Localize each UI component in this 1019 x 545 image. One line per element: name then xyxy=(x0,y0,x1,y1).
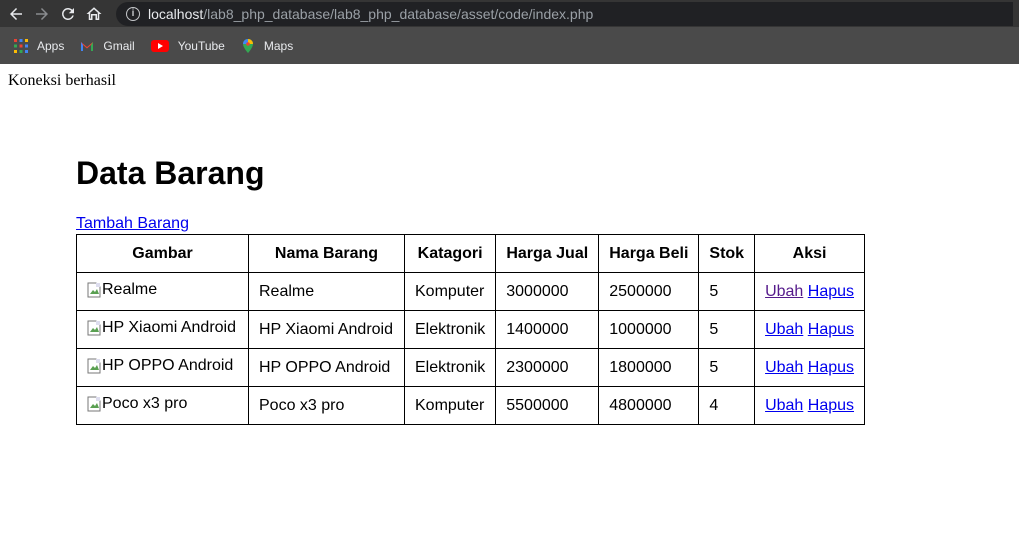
apps-grid-icon xyxy=(14,38,28,53)
back-button[interactable] xyxy=(6,4,26,24)
bookmark-label: Apps xyxy=(37,38,65,53)
table-row: Realme Realme Komputer 3000000 2500000 5… xyxy=(76,272,866,311)
bookmark-label: Gmail xyxy=(103,38,135,53)
cell-stok: 5 xyxy=(698,310,756,349)
home-icon xyxy=(86,6,102,20)
edit-link[interactable]: Ubah xyxy=(765,397,803,414)
cell-kategori: Komputer xyxy=(403,272,497,311)
header-stok: Stok xyxy=(698,234,756,273)
cell-harga-beli: 1800000 xyxy=(598,348,700,387)
edit-link[interactable]: Ubah xyxy=(765,359,803,376)
url-host: localhost xyxy=(148,5,204,22)
table-header-row: Gambar Nama Barang Katagori Harga Jual H… xyxy=(76,234,866,273)
cell-stok: 5 xyxy=(698,348,756,387)
bookmark-label: Maps xyxy=(263,38,294,53)
add-item-link[interactable]: Tambah Barang xyxy=(76,215,189,233)
delete-link[interactable]: Hapus xyxy=(808,283,854,300)
table-row: HP Xiaomi Android HP Xiaomi Android Elek… xyxy=(76,310,866,349)
product-image: Realme xyxy=(87,281,157,299)
browser-toolbar: i localhost/lab8_php_database/lab8_php_d… xyxy=(0,0,1019,27)
cell-gambar: HP Xiaomi Android xyxy=(76,310,249,349)
youtube-icon xyxy=(150,39,169,52)
reload-button[interactable] xyxy=(58,4,78,24)
product-image: Poco x3 pro xyxy=(87,395,187,413)
url-path: /lab8_php_database/lab8_php_database/ass… xyxy=(203,5,594,22)
bookmarks-bar: Apps Gmail YouTube Maps xyxy=(0,27,1019,64)
cell-gambar: HP OPPO Android xyxy=(76,348,249,387)
cell-gambar: Realme xyxy=(76,272,249,311)
cell-aksi: Ubah Hapus xyxy=(754,272,866,311)
delete-link[interactable]: Hapus xyxy=(808,321,854,338)
bookmark-apps[interactable]: Apps xyxy=(14,38,65,53)
cell-harga-beli: 4800000 xyxy=(598,386,700,425)
cell-harga-jual: 1400000 xyxy=(495,310,600,349)
cell-gambar: Poco x3 pro xyxy=(76,386,249,425)
forward-button[interactable] xyxy=(32,4,52,24)
product-image: HP OPPO Android xyxy=(87,357,233,375)
bookmark-gmail[interactable]: Gmail xyxy=(80,38,135,53)
cell-harga-beli: 2500000 xyxy=(598,272,700,311)
broken-image-icon xyxy=(87,320,101,335)
items-table: Gambar Nama Barang Katagori Harga Jual H… xyxy=(76,234,866,425)
cell-stok: 5 xyxy=(698,272,756,311)
header-katagori: Katagori xyxy=(403,234,497,273)
maps-icon xyxy=(242,38,253,53)
cell-stok: 4 xyxy=(698,386,756,425)
broken-image-icon xyxy=(87,282,101,297)
bookmark-maps[interactable]: Maps xyxy=(241,38,294,53)
address-bar[interactable]: i localhost/lab8_php_database/lab8_php_d… xyxy=(116,1,1013,26)
header-aksi: Aksi xyxy=(754,234,866,273)
site-info-icon[interactable]: i xyxy=(126,6,140,21)
browser-chrome: i localhost/lab8_php_database/lab8_php_d… xyxy=(0,0,1019,64)
cell-nama: HP OPPO Android xyxy=(248,348,405,387)
header-nama-barang: Nama Barang xyxy=(248,234,405,273)
cell-kategori: Elektronik xyxy=(403,310,497,349)
header-harga-beli: Harga Beli xyxy=(598,234,700,273)
cell-harga-jual: 2300000 xyxy=(495,348,600,387)
cell-aksi: Ubah Hapus xyxy=(754,386,866,425)
broken-image-icon xyxy=(87,358,101,373)
product-image: HP Xiaomi Android xyxy=(87,319,236,337)
table-row: HP OPPO Android HP OPPO Android Elektron… xyxy=(76,348,866,387)
header-gambar: Gambar xyxy=(76,234,249,273)
cell-kategori: Komputer xyxy=(403,386,497,425)
delete-link[interactable]: Hapus xyxy=(808,359,854,376)
cell-aksi: Ubah Hapus xyxy=(754,310,866,349)
home-button[interactable] xyxy=(84,4,104,24)
cell-nama: HP Xiaomi Android xyxy=(248,310,405,349)
cell-aksi: Ubah Hapus xyxy=(754,348,866,387)
broken-image-icon xyxy=(87,396,101,411)
arrow-left-icon xyxy=(10,7,22,20)
gmail-icon xyxy=(81,41,94,51)
cell-nama: Realme xyxy=(248,272,405,311)
bookmark-label: YouTube xyxy=(177,38,225,53)
cell-harga-beli: 1000000 xyxy=(598,310,700,349)
cell-harga-jual: 5500000 xyxy=(495,386,600,425)
bookmark-youtube[interactable]: YouTube xyxy=(150,38,225,53)
arrow-right-icon xyxy=(36,7,48,20)
delete-link[interactable]: Hapus xyxy=(808,397,854,414)
table-row: Poco x3 pro Poco x3 pro Komputer 5500000… xyxy=(76,386,866,425)
cell-harga-jual: 3000000 xyxy=(495,272,600,311)
reload-icon xyxy=(62,7,74,20)
header-harga-jual: Harga Jual xyxy=(495,234,600,273)
edit-link[interactable]: Ubah xyxy=(765,321,803,338)
connection-status: Koneksi berhasil xyxy=(8,72,116,89)
page-title: Data Barang xyxy=(76,155,265,191)
cell-kategori: Elektronik xyxy=(403,348,497,387)
edit-link[interactable]: Ubah xyxy=(765,283,803,300)
cell-nama: Poco x3 pro xyxy=(248,386,405,425)
